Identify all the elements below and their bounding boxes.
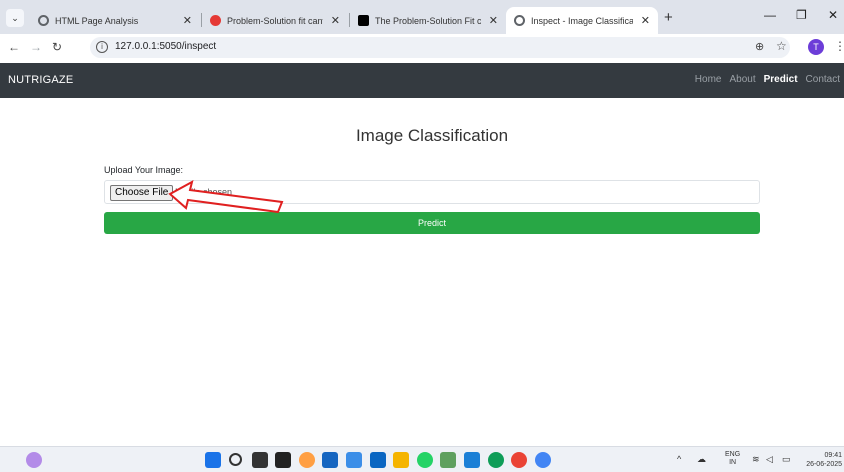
language-indicator[interactable]: ENG IN [725, 451, 740, 467]
close-window-icon[interactable]: ✕ [828, 8, 838, 22]
tab-html-page-analysis[interactable]: HTML Page Analysis ✕ [30, 7, 200, 34]
taskbar: ^ ☁ ENG IN ≋ ◁ ▭ 09:41 26-06-2025 [0, 446, 844, 472]
annotation-arrow-icon [168, 180, 284, 214]
browser-toolbar: ← → ↻ i 127.0.0.1:5050/inspect ⊕ ☆ T ⋮ [0, 34, 844, 61]
mail-icon[interactable] [464, 452, 480, 468]
tab-inspect-image-classification[interactable]: Inspect - Image Classification ✕ [506, 7, 658, 34]
restore-icon[interactable]: ❐ [796, 8, 807, 22]
url-text: 127.0.0.1:5050/inspect [115, 41, 217, 52]
wifi-icon[interactable]: ≋ [752, 454, 760, 465]
canva-icon [210, 15, 221, 26]
search-icon[interactable] [229, 453, 242, 466]
chrome-profile-icon[interactable] [535, 452, 551, 468]
address-bar[interactable]: i 127.0.0.1:5050/inspect [90, 37, 790, 58]
globe-icon [38, 15, 49, 26]
site-navbar: NUTRIGAZE Home About Predict Contact [0, 63, 844, 98]
chrome-icon[interactable] [511, 452, 527, 468]
site-nav-links: Home About Predict Contact [695, 74, 840, 85]
medium-icon [358, 15, 369, 26]
site-info-icon[interactable]: i [96, 41, 108, 53]
forward-icon[interactable]: → [30, 40, 42, 54]
choose-file-button[interactable]: Choose File [110, 185, 174, 201]
windows-start-icon[interactable] [205, 452, 221, 468]
browser-tab-strip: ⌄ HTML Page Analysis ✕ Problem-Solution … [0, 0, 844, 34]
profile-avatar[interactable]: T [808, 39, 824, 55]
file-explorer-icon[interactable] [393, 452, 409, 468]
tray-chevron-icon[interactable]: ^ [677, 454, 681, 464]
volume-icon[interactable]: ◁ [766, 454, 773, 465]
vscode-icon[interactable] [370, 452, 386, 468]
cloud-icon[interactable]: ☁ [697, 454, 706, 465]
close-icon[interactable]: ✕ [183, 14, 192, 27]
clock[interactable]: 09:41 26-06-2025 [802, 451, 842, 469]
nav-link-about[interactable]: About [729, 74, 755, 85]
new-tab-button[interactable]: + [664, 9, 673, 26]
close-icon[interactable]: ✕ [331, 14, 340, 27]
whatsapp-icon[interactable] [417, 452, 433, 468]
clock-date: 26-06-2025 [806, 461, 842, 468]
tab-problem-solution-canvas[interactable]: Problem-Solution fit canvas — ✕ [202, 7, 348, 34]
photos-icon[interactable] [346, 452, 362, 468]
globe-icon [514, 15, 525, 26]
bookmark-star-icon[interactable]: ☆ [776, 39, 787, 53]
tab-problem-solution-fit-canva[interactable]: The Problem-Solution Fit canva ✕ [350, 7, 506, 34]
nav-link-home[interactable]: Home [695, 74, 722, 85]
reload-icon[interactable]: ↻ [52, 40, 62, 54]
back-icon[interactable]: ← [8, 40, 20, 54]
battery-icon[interactable]: ▭ [782, 454, 791, 465]
site-brand[interactable]: NUTRIGAZE [8, 74, 73, 86]
upload-label: Upload Your Image: [104, 165, 184, 175]
nav-link-predict[interactable]: Predict [764, 74, 798, 85]
task-view-icon[interactable] [252, 452, 268, 468]
store-icon[interactable] [322, 452, 338, 468]
edge-icon[interactable] [488, 452, 504, 468]
nav-link-contact[interactable]: Contact [806, 74, 840, 85]
app-icon[interactable] [440, 452, 456, 468]
tab-search-button[interactable]: ⌄ [6, 9, 24, 27]
widgets-icon[interactable] [275, 452, 291, 468]
minimize-icon[interactable]: — [764, 8, 776, 22]
clock-time: 09:41 [824, 452, 842, 459]
copilot-icon[interactable] [299, 452, 315, 468]
zoom-icon[interactable]: ⊕ [755, 40, 764, 53]
copilot-badge-icon[interactable] [26, 452, 42, 468]
close-icon[interactable]: ✕ [641, 14, 650, 27]
menu-kebab-icon[interactable]: ⋮ [834, 39, 844, 53]
close-icon[interactable]: ✕ [489, 14, 498, 27]
page-title: Image Classification [355, 126, 509, 145]
